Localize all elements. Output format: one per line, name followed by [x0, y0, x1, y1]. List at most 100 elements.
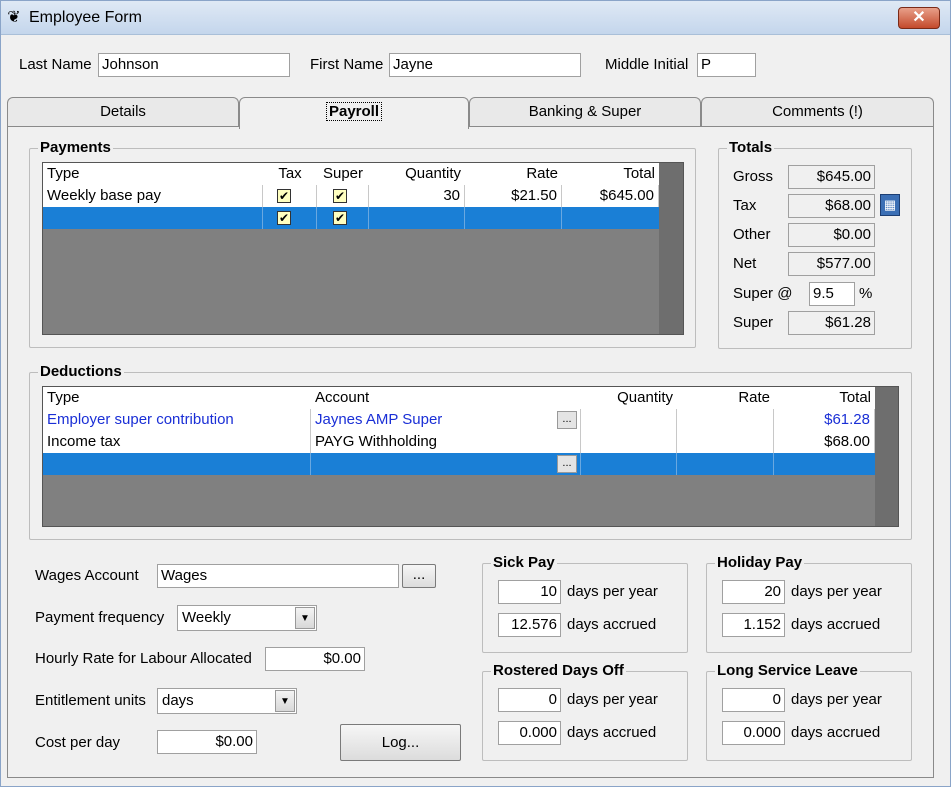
- new-tax-cell[interactable]: ✔: [263, 207, 317, 229]
- super-rate-label: Super @: [733, 285, 793, 302]
- sick-days-accrued-input[interactable]: 12.576: [498, 613, 561, 637]
- tab-details[interactable]: Details: [7, 97, 239, 127]
- table-row[interactable]: Income tax PAYG Withholding $68.00: [43, 431, 875, 453]
- deduction-total-cell[interactable]: $61.28: [774, 409, 875, 431]
- table-row-new[interactable]: ✔ ✔: [43, 207, 659, 229]
- net-value: $577.00: [788, 252, 875, 276]
- table-row[interactable]: Employer super contribution Jaynes AMP S…: [43, 409, 875, 431]
- holiday-pay-title: Holiday Pay: [715, 554, 805, 571]
- deduction-type-cell[interactable]: Income tax: [43, 431, 311, 453]
- payment-frequency-select[interactable]: Weekly ▼: [177, 605, 317, 631]
- wages-account-input[interactable]: Wages: [157, 564, 399, 588]
- new-quantity-cell[interactable]: [369, 207, 465, 229]
- tax-checkbox[interactable]: ✔: [277, 211, 291, 225]
- new-type-cell[interactable]: [43, 207, 263, 229]
- payment-super-cell[interactable]: ✔: [317, 185, 369, 207]
- new-rate-cell[interactable]: [465, 207, 562, 229]
- deduction-quantity-cell[interactable]: [581, 409, 677, 431]
- header-type: Type: [47, 389, 80, 406]
- deduction-account-text: Jaynes AMP Super: [315, 411, 443, 428]
- payment-rate-cell[interactable]: $21.50: [465, 185, 562, 207]
- close-button[interactable]: ✕: [898, 7, 940, 29]
- table-row[interactable]: Weekly base pay ✔ ✔ 30 $21.50 $645.00: [43, 185, 659, 207]
- new-total-cell[interactable]: [562, 207, 659, 229]
- super-label: Super: [733, 314, 774, 331]
- chevron-down-icon[interactable]: ▼: [295, 607, 315, 629]
- deductions-scroll-area: [875, 387, 898, 526]
- holiday-days-per-year-label: days per year: [791, 583, 882, 600]
- super-rate-input[interactable]: 9.5: [809, 282, 855, 306]
- super-checkbox[interactable]: ✔: [333, 211, 347, 225]
- rostered-days-off-title: Rostered Days Off: [491, 662, 626, 679]
- payment-quantity-cell[interactable]: 30: [369, 185, 465, 207]
- other-value: $0.00: [788, 223, 875, 247]
- new-account-cell[interactable]: ...: [311, 453, 581, 475]
- holiday-days-accrued-input[interactable]: 1.152: [722, 613, 785, 637]
- last-name-input[interactable]: Johnson: [98, 53, 290, 77]
- deductions-grid[interactable]: Type Account Quantity Rate Total Employe…: [42, 386, 899, 527]
- header-rate: Rate: [738, 389, 770, 406]
- long-service-leave-group: Long Service Leave: [706, 662, 912, 761]
- wages-account-browse-button[interactable]: ...: [402, 564, 436, 588]
- deduction-type-cell[interactable]: Employer super contribution: [43, 409, 311, 431]
- deduction-rate-cell[interactable]: [677, 409, 774, 431]
- sick-pay-title: Sick Pay: [491, 554, 557, 571]
- deductions-header-row: Type Account Quantity Rate Total: [43, 387, 875, 409]
- log-button[interactable]: Log...: [340, 724, 461, 761]
- sick-days-per-year-input[interactable]: 10: [498, 580, 561, 604]
- tab-payroll[interactable]: Payroll: [239, 97, 469, 129]
- account-browse-button[interactable]: ...: [557, 455, 577, 473]
- last-name-label: Last Name: [19, 56, 92, 73]
- deduction-rate-cell[interactable]: [677, 431, 774, 453]
- header-tax: Tax: [278, 165, 302, 182]
- new-quantity-cell[interactable]: [581, 453, 677, 475]
- lsl-days-per-year-input[interactable]: 0: [722, 688, 785, 712]
- net-label: Net: [733, 255, 757, 272]
- calculator-icon[interactable]: ▦: [880, 194, 900, 216]
- rdo-days-per-year-label: days per year: [567, 691, 658, 708]
- middle-initial-label: Middle Initial: [605, 56, 689, 73]
- deduction-quantity-cell[interactable]: [581, 431, 677, 453]
- tab-comments[interactable]: Comments (!): [701, 97, 934, 127]
- payment-total-cell[interactable]: $645.00: [562, 185, 659, 207]
- rostered-days-off-group: Rostered Days Off: [482, 662, 688, 761]
- other-label: Other: [733, 226, 771, 243]
- payment-tax-cell[interactable]: ✔: [263, 185, 317, 207]
- new-super-cell[interactable]: ✔: [317, 207, 369, 229]
- account-browse-button[interactable]: ...: [557, 411, 577, 429]
- cost-per-day-label: Cost per day: [35, 734, 121, 751]
- rdo-days-accrued-input[interactable]: 0.000: [498, 721, 561, 745]
- header-type: Type: [47, 165, 80, 182]
- tax-checkbox[interactable]: ✔: [277, 189, 291, 203]
- entitlement-units-label: Entitlement units: [35, 692, 146, 709]
- header-total: Total: [623, 165, 655, 182]
- middle-initial-input[interactable]: P: [697, 53, 756, 77]
- deduction-account-cell[interactable]: Jaynes AMP Super...: [311, 409, 581, 431]
- table-row-new[interactable]: ...: [43, 453, 875, 475]
- hourly-rate-input[interactable]: $0.00: [265, 647, 365, 671]
- new-type-cell[interactable]: [43, 453, 311, 475]
- super-checkbox[interactable]: ✔: [333, 189, 347, 203]
- sick-days-per-year-label: days per year: [567, 583, 658, 600]
- header-quantity: Quantity: [617, 389, 673, 406]
- new-rate-cell[interactable]: [677, 453, 774, 475]
- payments-grid[interactable]: Type Tax Super Quantity Rate Total Weekl…: [42, 162, 684, 335]
- lsl-days-accrued-label: days accrued: [791, 724, 881, 741]
- cost-per-day-input[interactable]: $0.00: [157, 730, 257, 754]
- entitlement-units-select[interactable]: days ▼: [157, 688, 297, 714]
- rdo-days-per-year-input[interactable]: 0: [498, 688, 561, 712]
- first-name-input[interactable]: Jayne: [389, 53, 581, 77]
- deduction-total-cell[interactable]: $68.00: [774, 431, 875, 453]
- tab-comments-label: Comments (!): [772, 103, 863, 120]
- tab-banking-super[interactable]: Banking & Super: [469, 97, 701, 127]
- entitlement-units-value: days: [162, 692, 194, 709]
- gross-label: Gross: [733, 168, 774, 185]
- payment-type-cell[interactable]: Weekly base pay: [43, 185, 263, 207]
- holiday-pay-group: Holiday Pay: [706, 554, 912, 653]
- lsl-days-accrued-input[interactable]: 0.000: [722, 721, 785, 745]
- chevron-down-icon[interactable]: ▼: [275, 690, 295, 712]
- holiday-days-per-year-input[interactable]: 20: [722, 580, 785, 604]
- sick-pay-group: Sick Pay: [482, 554, 688, 653]
- new-total-cell[interactable]: [774, 453, 875, 475]
- deduction-account-cell[interactable]: PAYG Withholding: [311, 431, 581, 453]
